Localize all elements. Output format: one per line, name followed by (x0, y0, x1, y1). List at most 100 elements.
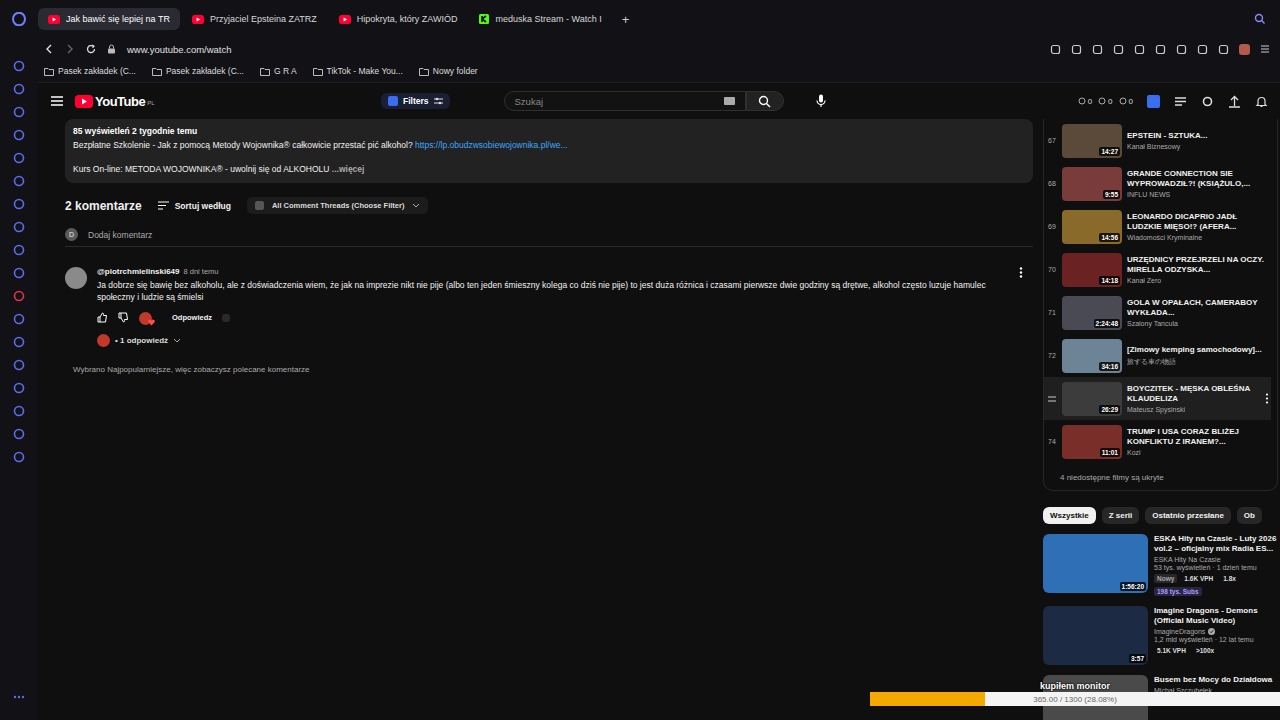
spaces-icon[interactable] (13, 83, 25, 95)
toolbar-icon[interactable] (1176, 44, 1187, 55)
filter-chip[interactable]: Ostatnio przesłane (1145, 507, 1231, 524)
search-field[interactable]: Szukaj (504, 91, 746, 111)
more-button[interactable]: ...więcej (332, 164, 365, 174)
toolbar-icon[interactable] (1050, 44, 1061, 55)
playlist-item[interactable]: 712:24:48GOLA W OPAŁACH, CAMERABOY WYKŁA… (1044, 291, 1271, 334)
toolbar-icon[interactable] (1113, 44, 1124, 55)
search-button[interactable] (746, 91, 784, 111)
telegram-icon[interactable] (13, 198, 25, 210)
playlist-item[interactable]: 7411:01TRUMP I USA CORAZ BLIŻEJ KONFLIKT… (1044, 420, 1271, 463)
back-icon[interactable] (44, 44, 54, 54)
clock-icon[interactable] (13, 382, 25, 394)
more-icon[interactable] (13, 692, 25, 702)
filter-chip[interactable]: Ob (1237, 507, 1262, 524)
microphone-icon[interactable] (816, 94, 826, 108)
comment-avatar[interactable] (65, 267, 87, 289)
toolbar-icon[interactable] (1092, 44, 1103, 55)
browser-tab[interactable]: Hipokryta, który ZAWIÓD (329, 8, 468, 30)
bookmark-item[interactable]: Pasek zakładek (C... (44, 66, 136, 76)
user-avatar: D (65, 228, 78, 241)
new-tab-button[interactable]: + (614, 12, 638, 27)
profile-icon[interactable] (1239, 44, 1250, 55)
secondary-column: 6714:27EPSTEIN - SZTUKA...Kanał Biznesow… (1043, 119, 1278, 720)
bell-icon[interactable] (1255, 95, 1268, 108)
forward-icon[interactable] (65, 44, 75, 54)
toolbar-icon[interactable] (1071, 44, 1082, 55)
player-icon[interactable] (13, 313, 25, 325)
workspaces-icon[interactable] (13, 106, 25, 118)
hamburger-icon[interactable] (51, 96, 63, 106)
replies-toggle[interactable]: • 1 odpowiedź (97, 334, 1009, 347)
comment-menu-icon[interactable] (1019, 267, 1023, 278)
extension-icon[interactable] (1147, 95, 1160, 108)
playlist-index: 68 (1047, 180, 1057, 187)
upload-icon[interactable] (1228, 95, 1241, 108)
send-icon[interactable] (13, 336, 25, 348)
opera-logo-icon[interactable] (12, 12, 26, 26)
instagram-icon[interactable] (13, 221, 25, 233)
video-badge: 198 tys. Subs (1154, 587, 1202, 596)
add-comment[interactable]: D Dodaj komentarz (65, 228, 1033, 247)
add-comment-field[interactable]: Dodaj komentarz (88, 230, 152, 240)
download-icon[interactable] (13, 405, 25, 417)
description-box[interactable]: 85 wyświetleń 2 tygodnie temuBezpłatne S… (65, 119, 1033, 183)
tab-search-icon[interactable] (1254, 13, 1266, 25)
lock-icon[interactable] (107, 44, 116, 54)
playlist-item[interactable]: 26:29BOYCZITEK - MĘSKA OBLEŚNA KLAUDELIZ… (1044, 377, 1271, 420)
youtube-logo[interactable]: YouTubePL (75, 94, 155, 109)
playlist-item[interactable]: 689:55GRANDE CONNECTION SIE WYPROWADZIŁ?… (1044, 162, 1271, 205)
url-field[interactable]: www.youtube.com/watch (127, 44, 232, 55)
folder-icon (260, 67, 270, 76)
item-menu-icon[interactable] (1265, 393, 1269, 404)
bookmark-item[interactable]: G R A (260, 66, 297, 76)
playlist-channel: Wiadomości Kryminalne (1127, 234, 1271, 241)
reload-icon[interactable] (86, 44, 96, 54)
playlist-item[interactable]: 7234:16[Zimowy kemping samochodowy]...旅す… (1044, 334, 1271, 377)
bookmark-item[interactable]: TikTok - Make You... (313, 66, 403, 76)
recommended-video[interactable]: 3:57Imagine Dragons - Demons (Official M… (1043, 606, 1278, 665)
playlist-item[interactable]: 6914:56LEONARDO DICAPRIO JADŁ LUDZKIE MI… (1044, 205, 1271, 248)
twitch-icon[interactable] (13, 152, 25, 164)
menu-icon[interactable] (1260, 44, 1270, 54)
heart-icon[interactable] (13, 359, 25, 371)
search-icon (758, 95, 771, 108)
comment-actions: Odpowiedz (97, 311, 1009, 324)
keyboard-icon[interactable] (724, 97, 735, 105)
reply-button[interactable]: Odpowiedz (172, 313, 212, 322)
x-icon[interactable] (13, 244, 25, 256)
record-icon[interactable] (13, 290, 25, 302)
list-icon[interactable] (1174, 95, 1187, 108)
toolbar-icon[interactable] (1134, 44, 1145, 55)
comment-author[interactable]: @piotrchmielinski649 (97, 267, 180, 276)
dislike-icon[interactable] (118, 312, 129, 323)
browser-tab[interactable]: Jak bawić się lepiej na TR (38, 8, 180, 30)
toolbar-icon[interactable] (1155, 44, 1166, 55)
comment-time[interactable]: 8 dni temu (184, 267, 219, 276)
bookmark-item[interactable]: Pasek zakładek (C... (152, 66, 244, 76)
extension-icon[interactable] (13, 428, 25, 440)
like-icon[interactable] (97, 312, 108, 323)
recommended-video[interactable]: 1:56:20ESKA Hity na Czasie - Luty 2026 v… (1043, 534, 1278, 596)
music-icon[interactable] (13, 129, 25, 141)
settings-icon[interactable] (13, 451, 25, 463)
comment-filter-dropdown[interactable]: All Comment Threads (Choose Filter) (247, 197, 429, 214)
filters-button[interactable]: Filters (381, 93, 450, 109)
playlist-item[interactable]: 6714:27EPSTEIN - SZTUKA...Kanał Biznesow… (1044, 119, 1271, 162)
filter-chip[interactable]: Z serii (1102, 507, 1140, 524)
discord-icon[interactable] (13, 267, 25, 279)
browser-tab[interactable]: Przyjaciel Epsteina ZATRZ (182, 8, 327, 30)
filter-chip[interactable]: Wszystkie (1043, 507, 1096, 524)
gear-icon[interactable] (1201, 95, 1214, 108)
sort-button[interactable]: Sortuj według (158, 201, 231, 211)
drag-handle-icon[interactable] (1048, 396, 1056, 402)
browser-tab[interactable]: meduska Stream - Watch I (469, 8, 611, 30)
bookmark-item[interactable]: Nowy folder (419, 66, 478, 76)
playlist-item[interactable]: 7014:18URZĘDNICY PRZEJRZELI NA OCZY. MIR… (1044, 248, 1271, 291)
history-icon[interactable] (13, 60, 25, 72)
playlist-title: GRANDE CONNECTION SIE WYPROWADZIŁ?! (KSI… (1127, 169, 1271, 189)
description-link[interactable]: https://lp.obudzwsobiewojownika.pl/we... (415, 140, 568, 150)
toolbar-icon[interactable] (1218, 44, 1229, 55)
messenger-icon[interactable] (13, 175, 25, 187)
goal-progress-bar: 365.00 / 1300 (28.08%) (870, 692, 1280, 706)
toolbar-icon[interactable] (1197, 44, 1208, 55)
